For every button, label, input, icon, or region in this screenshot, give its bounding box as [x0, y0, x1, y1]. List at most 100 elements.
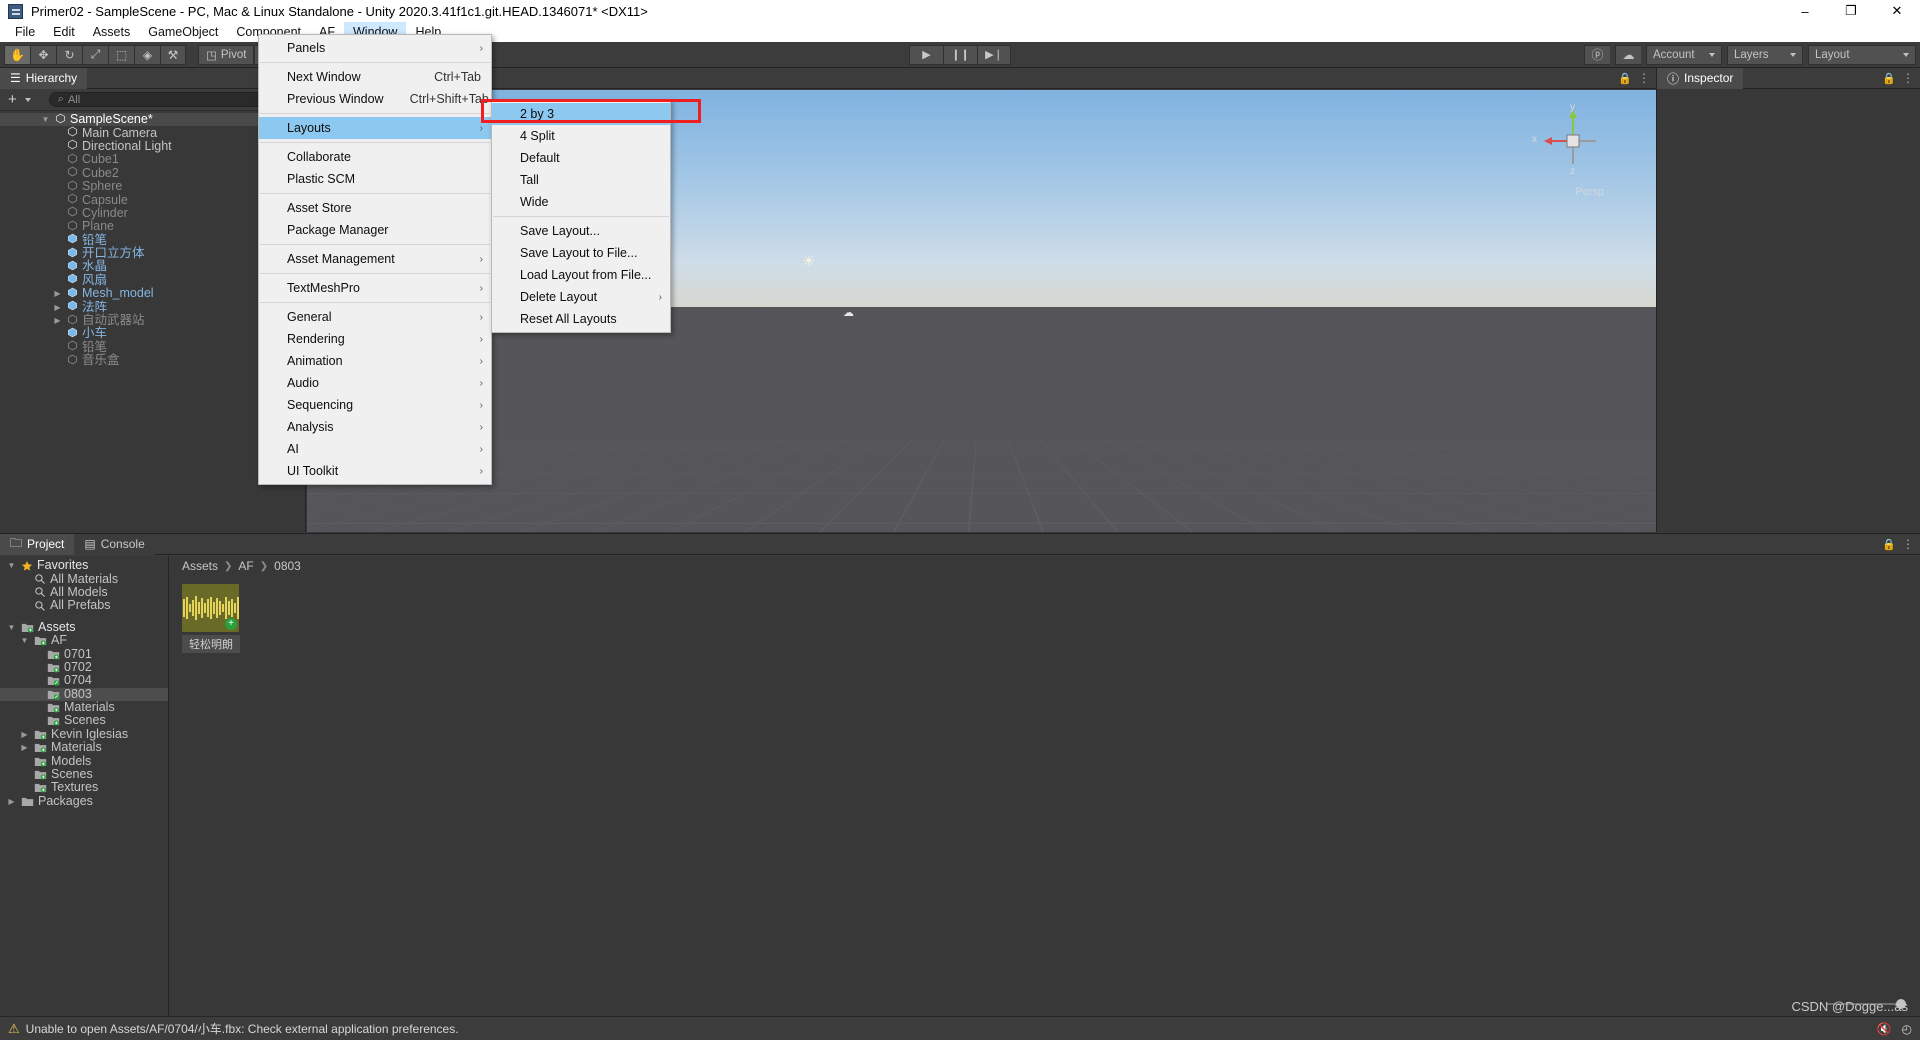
move-tool-icon[interactable]: ✥ — [30, 44, 56, 65]
menu-item-ui-toolkit[interactable]: UI Toolkit › — [259, 460, 491, 482]
menu-gameobject[interactable]: GameObject — [139, 22, 227, 42]
project-tree-item[interactable]: Scenes — [0, 714, 168, 727]
project-tree-item[interactable]: 0702 — [0, 660, 168, 674]
project-tree-item[interactable]: 0701 — [0, 647, 168, 660]
menu-item-save-layout[interactable]: Save Layout... — [492, 220, 670, 242]
menu-item-sequencing[interactable]: Sequencing › — [259, 394, 491, 416]
twisty-icon[interactable]: ▶ — [52, 287, 63, 300]
project-tree-item[interactable]: All Models — [0, 585, 168, 599]
hierarchy-add-button[interactable]: + — [4, 91, 35, 108]
play-button[interactable]: ▶ — [909, 44, 943, 65]
project-tree-item[interactable]: Models — [0, 754, 168, 767]
rect-tool-icon[interactable]: ⬚ — [108, 44, 134, 65]
project-tree-item-label: Models — [51, 753, 92, 768]
menu-file[interactable]: File — [6, 22, 44, 42]
menu-item-2-by-3[interactable]: 2 by 3 — [492, 103, 670, 125]
twisty-icon[interactable]: ▼ — [6, 621, 17, 634]
project-tree-item[interactable]: ▶ Packages — [0, 794, 168, 808]
project-tree-item[interactable]: ▼ AF — [0, 634, 168, 647]
twisty-icon[interactable]: ▶ — [19, 741, 30, 754]
menu-edit[interactable]: Edit — [44, 22, 84, 42]
scene-menu-icon[interactable]: ⋮ — [1638, 71, 1650, 85]
inspector-menu-icon[interactable]: ⋮ — [1902, 71, 1914, 85]
rotate-tool-icon[interactable]: ↻ — [56, 44, 82, 65]
minimize-button[interactable]: – — [1782, 0, 1828, 22]
scale-tool-icon[interactable]: ⤢ — [82, 44, 108, 65]
layers-dropdown[interactable]: Layers — [1727, 44, 1803, 65]
progress-icon[interactable]: ◴ — [1902, 1022, 1912, 1036]
menu-item-4-split[interactable]: 4 Split — [492, 125, 670, 147]
mute-icon[interactable]: 🔇 — [1877, 1022, 1892, 1036]
menu-item-analysis[interactable]: Analysis › — [259, 416, 491, 438]
account-dropdown[interactable]: Account — [1646, 44, 1722, 65]
step-button[interactable]: ▶❘ — [977, 44, 1011, 65]
cloud-icon[interactable]: ☁ — [1615, 44, 1641, 65]
twisty-icon[interactable]: ▶ — [52, 314, 63, 327]
project-menu-icon[interactable]: ⋮ — [1902, 537, 1914, 551]
menu-item-asset-management[interactable]: Asset Management › — [259, 248, 491, 270]
menu-item-wide[interactable]: Wide — [492, 191, 670, 213]
breadcrumb-assets[interactable]: Assets — [182, 559, 218, 573]
project-tree-item[interactable]: All Materials — [0, 572, 168, 585]
twisty-icon[interactable]: ▶ — [52, 301, 63, 314]
menu-assets[interactable]: Assets — [84, 22, 140, 42]
twisty-icon[interactable]: ▼ — [6, 559, 17, 572]
scene-lock-icon[interactable]: 🔒 — [1618, 72, 1632, 85]
status-message[interactable]: Unable to open Assets/AF/0704/小车.fbx: Ch… — [26, 1020, 459, 1037]
project-tree-item[interactable]: ▶ Materials — [0, 741, 168, 754]
menu-item-panels[interactable]: Panels › — [259, 37, 491, 59]
breadcrumb-af[interactable]: AF — [238, 559, 253, 573]
scene-orientation-gizmo[interactable]: y x z — [1532, 102, 1610, 178]
twisty-icon[interactable]: ▼ — [40, 113, 51, 126]
project-tree-item[interactable]: Textures — [0, 781, 168, 794]
menu-item-plastic-scm[interactable]: Plastic SCM — [259, 168, 491, 190]
menu-item-rendering[interactable]: Rendering › — [259, 328, 491, 350]
menu-item-default[interactable]: Default — [492, 147, 670, 169]
menu-item-next-window[interactable]: Next Window Ctrl+Tab — [259, 66, 491, 88]
menu-item-previous-window[interactable]: Previous Window Ctrl+Shift+Tab — [259, 88, 491, 110]
project-tree-item[interactable]: 0803 — [0, 687, 168, 701]
menu-item-asset-store[interactable]: Asset Store — [259, 197, 491, 219]
project-tree-item[interactable]: ▼ Favorites — [0, 559, 168, 572]
menu-item-save-layout-to-file[interactable]: Save Layout to File... — [492, 242, 670, 264]
project-tree-item[interactable]: Scenes — [0, 768, 168, 781]
menu-item-load-layout-from-file[interactable]: Load Layout from File... — [492, 264, 670, 286]
inspector-lock-icon[interactable]: 🔒 — [1882, 72, 1896, 85]
twisty-icon[interactable]: ▼ — [19, 634, 30, 647]
transform-tool-icon[interactable]: ◈ — [134, 44, 160, 65]
menu-item-general[interactable]: General › — [259, 306, 491, 328]
project-tree-item[interactable]: ▼ Assets — [0, 620, 168, 634]
breadcrumb-0803[interactable]: 0803 — [274, 559, 301, 573]
menu-item-audio[interactable]: Audio › — [259, 372, 491, 394]
menu-item-layouts[interactable]: Layouts › — [259, 117, 491, 139]
tab-project[interactable]: 🗀 Project — [0, 533, 75, 555]
collab-icon[interactable]: ⓟ — [1584, 44, 1610, 65]
project-tree-item[interactable]: All Prefabs — [0, 599, 168, 612]
menu-item-ai[interactable]: AI › — [259, 438, 491, 460]
tab-console[interactable]: ▤ Console — [74, 533, 155, 555]
tab-hierarchy[interactable]: ☰ Hierarchy — [0, 68, 88, 89]
custom-tool-icon[interactable]: ⚒ — [160, 44, 186, 65]
menu-item-reset-all-layouts[interactable]: Reset All Layouts — [492, 308, 670, 330]
menu-item-collaborate[interactable]: Collaborate — [259, 146, 491, 168]
maximize-button[interactable]: ❐ — [1828, 0, 1874, 22]
layout-dropdown[interactable]: Layout — [1808, 44, 1916, 65]
pivot-toggle[interactable]: ◳ Pivot — [198, 44, 255, 65]
menu-item-textmeshpro[interactable]: TextMeshPro › — [259, 277, 491, 299]
menu-item-tall[interactable]: Tall — [492, 169, 670, 191]
twisty-icon[interactable]: ▶ — [19, 728, 30, 741]
hand-tool-icon[interactable]: ✋ — [4, 44, 30, 65]
twisty-icon[interactable]: ▶ — [6, 795, 17, 808]
project-lock-icon[interactable]: 🔒 — [1882, 538, 1896, 551]
menu-item-package-manager[interactable]: Package Manager — [259, 219, 491, 241]
menu-item-animation[interactable]: Animation › — [259, 350, 491, 372]
perspective-label[interactable]: Persp — [1575, 186, 1604, 198]
pause-button[interactable]: ❙❙ — [943, 44, 977, 65]
project-tree-item[interactable]: 0704 — [0, 674, 168, 687]
close-button[interactable]: ✕ — [1874, 0, 1920, 22]
asset-item[interactable]: + 轻松明朗 — [182, 584, 240, 653]
project-tree-item[interactable]: Materials — [0, 701, 168, 714]
tab-inspector[interactable]: ⓘ Inspector — [1657, 67, 1744, 89]
project-tree-item[interactable]: ▶ Kevin Iglesias — [0, 727, 168, 741]
menu-item-delete-layout[interactable]: Delete Layout › — [492, 286, 670, 308]
